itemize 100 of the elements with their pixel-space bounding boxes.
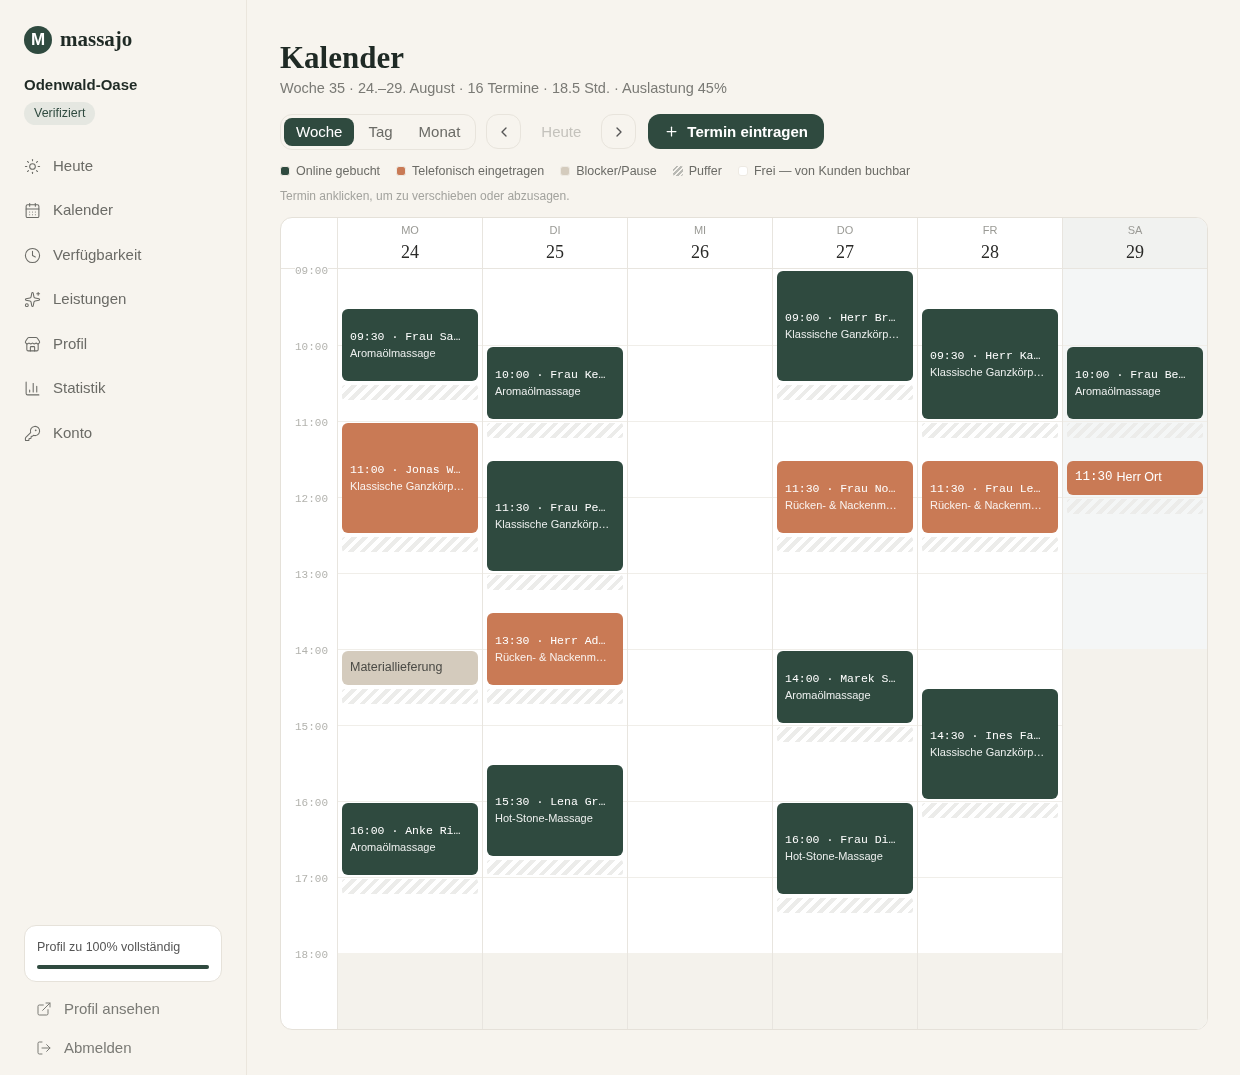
day-number: 25 xyxy=(546,241,564,264)
appointment-event[interactable]: 14:30 · Ines Fa… Klassische Ganzkörp… xyxy=(922,688,1058,799)
day-number: 26 xyxy=(691,241,709,264)
weekday-label: FR xyxy=(982,222,998,238)
service-name: Klassische Ganzkörp… xyxy=(350,478,466,494)
day-number: 27 xyxy=(836,241,854,264)
day-number: 24 xyxy=(401,241,419,264)
store-icon xyxy=(24,335,41,353)
appointment-event[interactable]: 15:30 · Lena Gr… Hot-Stone-Massage xyxy=(487,764,623,856)
appointment-title: 16:00 · Anke Ri… xyxy=(350,822,462,839)
appointment-title: 10:00 · Frau Ke… xyxy=(495,366,607,383)
appointment-title: 11:30 · Frau Le… xyxy=(930,480,1042,497)
appointment-title: 11:30 · Frau Pe… xyxy=(495,499,607,516)
add-appointment-button[interactable]: Termin eintragen xyxy=(648,114,824,150)
appointment-event[interactable]: 11:30 Herr Ort xyxy=(1067,460,1203,495)
sun-icon xyxy=(24,157,41,175)
logo-mark: M xyxy=(24,25,52,54)
nav-item[interactable]: Leistungen xyxy=(24,284,222,315)
appointment-title: 15:30 · Lena Gr… xyxy=(495,794,607,810)
service-name: Klassische Ganzkörp… xyxy=(785,326,901,342)
legend-label: Frei — von Kunden buchbar xyxy=(753,162,911,180)
progress-label: Profil zu 100% vollständig xyxy=(37,939,182,957)
nav-item[interactable]: Kalender xyxy=(24,195,222,226)
hatch-swatch-icon xyxy=(672,166,683,177)
appointment-event[interactable]: 10:00 · Frau Be… Aromaölmassage xyxy=(1067,346,1203,419)
legend-label: Puffer xyxy=(688,162,722,180)
appointment-event[interactable]: 16:00 · Frau Di… Hot-Stone-Massage xyxy=(777,802,913,894)
legend-label: Telefonisch eingetragen xyxy=(412,162,545,180)
verified-badge: Verifiziert xyxy=(24,102,96,125)
key-icon xyxy=(24,424,41,442)
appointment-title: 09:00 · Herr Br… xyxy=(785,309,897,326)
blocker-event[interactable]: Materiallieferung xyxy=(342,650,478,685)
view-tab[interactable]: Woche xyxy=(284,117,355,146)
logo-wordmark: massajo xyxy=(60,26,133,53)
appointment-title: 13:30 · Herr Ad… xyxy=(495,632,607,649)
weekday-label: MI xyxy=(693,222,707,238)
bar-chart-icon xyxy=(24,380,41,397)
hint-text: Termin anklicken, um zu verschieben oder abzusagen. xyxy=(280,187,571,205)
page-title: Kalender xyxy=(280,39,405,77)
calendar-icon xyxy=(24,202,41,219)
weekday-label: SA xyxy=(1127,222,1143,238)
service-name: Aromaölmassage xyxy=(785,687,872,703)
service-name: Aromaölmassage xyxy=(495,383,582,399)
appointment-event[interactable]: 11:30 · Frau Le… Rücken- & Nackenm… xyxy=(922,460,1058,533)
nav-item[interactable]: Verfügbarkeit xyxy=(24,239,222,271)
appointment-event[interactable]: 16:00 · Anke Ri… Aromaölmassage xyxy=(342,802,478,875)
legend-label: Online gebucht xyxy=(296,162,381,180)
nav-item[interactable]: Statistik xyxy=(24,373,222,404)
service-name: Klassische Ganzkörp… xyxy=(930,744,1046,760)
legend-label: Blocker/Pause xyxy=(576,162,657,180)
plus-icon xyxy=(664,124,680,140)
appointment-title: 11:30 · Frau No… xyxy=(785,480,897,497)
appointment-title: 09:30 · Herr Ka… xyxy=(930,347,1042,364)
service-name: Rücken- & Nackenm… xyxy=(785,497,898,513)
sidebar-link[interactable]: Abmelden xyxy=(36,1036,222,1059)
sidebar-link[interactable]: Profil ansehen xyxy=(36,998,222,1021)
appointment-event[interactable]: 13:30 · Herr Ad… Rücken- & Nackenm… xyxy=(487,612,623,685)
appointment-event[interactable]: 11:30 · Frau No… Rücken- & Nackenm… xyxy=(777,460,913,533)
nav-item[interactable]: Konto xyxy=(24,417,222,449)
view-tab[interactable]: Monat xyxy=(406,117,473,146)
day-number: 28 xyxy=(981,241,999,264)
next-week-button[interactable] xyxy=(601,114,637,150)
previous-week-button[interactable] xyxy=(486,114,522,150)
service-name: Klassische Ganzkörp… xyxy=(495,516,611,532)
appointment-event[interactable]: 11:30 · Frau Pe… Klassische Ganzkörp… xyxy=(487,460,623,571)
appointment-event[interactable]: 11:00 · Jonas W… Klassische Ganzkörp… xyxy=(342,422,478,533)
service-name: Rücken- & Nackenm… xyxy=(930,497,1043,513)
logout-icon xyxy=(36,1039,52,1056)
appointment-event[interactable]: 14:00 · Marek S… Aromaölmassage xyxy=(777,650,913,723)
service-name: Aromaölmassage xyxy=(350,345,437,361)
nav-item[interactable]: Profil xyxy=(24,328,222,360)
service-name: Aromaölmassage xyxy=(350,839,437,855)
view-tab[interactable]: Tag xyxy=(356,117,405,146)
weekday-label: MO xyxy=(401,222,419,238)
appointment-time: 11:30 xyxy=(1075,469,1113,487)
appointment-title: 11:00 · Jonas W… xyxy=(350,461,462,478)
appointment-title: 09:30 · Frau Sa… xyxy=(350,328,462,345)
clock-icon xyxy=(24,246,41,264)
external-link-icon xyxy=(36,1001,52,1018)
appointment-event[interactable]: 09:30 · Frau Sa… Aromaölmassage xyxy=(342,308,478,381)
appointment-title: 14:30 · Ines Fa… xyxy=(930,727,1042,744)
service-name: Hot-Stone-Massage xyxy=(785,849,884,864)
week-summary: Woche 35 · 24.–29. August · 16 Termine · 18.5 Std. · Auslastung 45% xyxy=(280,79,728,98)
service-name: Rücken- & Nackenm… xyxy=(495,649,608,665)
studio-name: Odenwald-Oase xyxy=(24,74,139,95)
appointment-event[interactable]: 10:00 · Frau Ke… Aromaölmassage xyxy=(487,346,623,419)
appointment-title: 16:00 · Frau Di… xyxy=(785,832,897,848)
weekday-label: DO xyxy=(836,222,854,238)
sparkles-icon xyxy=(24,291,41,308)
appointment-title: 10:00 · Frau Be… xyxy=(1075,366,1187,383)
service-name: Hot-Stone-Massage xyxy=(495,811,594,826)
appointment-title: 14:00 · Marek S… xyxy=(785,670,897,687)
service-name: Aromaölmassage xyxy=(1075,383,1162,399)
appointment-event[interactable]: 09:30 · Herr Ka… Klassische Ganzkörp… xyxy=(922,308,1058,419)
client-name: Herr Ort xyxy=(1116,469,1162,487)
weekday-label: DI xyxy=(549,222,561,238)
appointment-event[interactable]: 09:00 · Herr Br… Klassische Ganzkörp… xyxy=(777,270,913,381)
service-name: Klassische Ganzkörp… xyxy=(930,364,1046,380)
nav-item[interactable]: Heute xyxy=(24,150,222,182)
day-number: 29 xyxy=(1126,241,1144,264)
